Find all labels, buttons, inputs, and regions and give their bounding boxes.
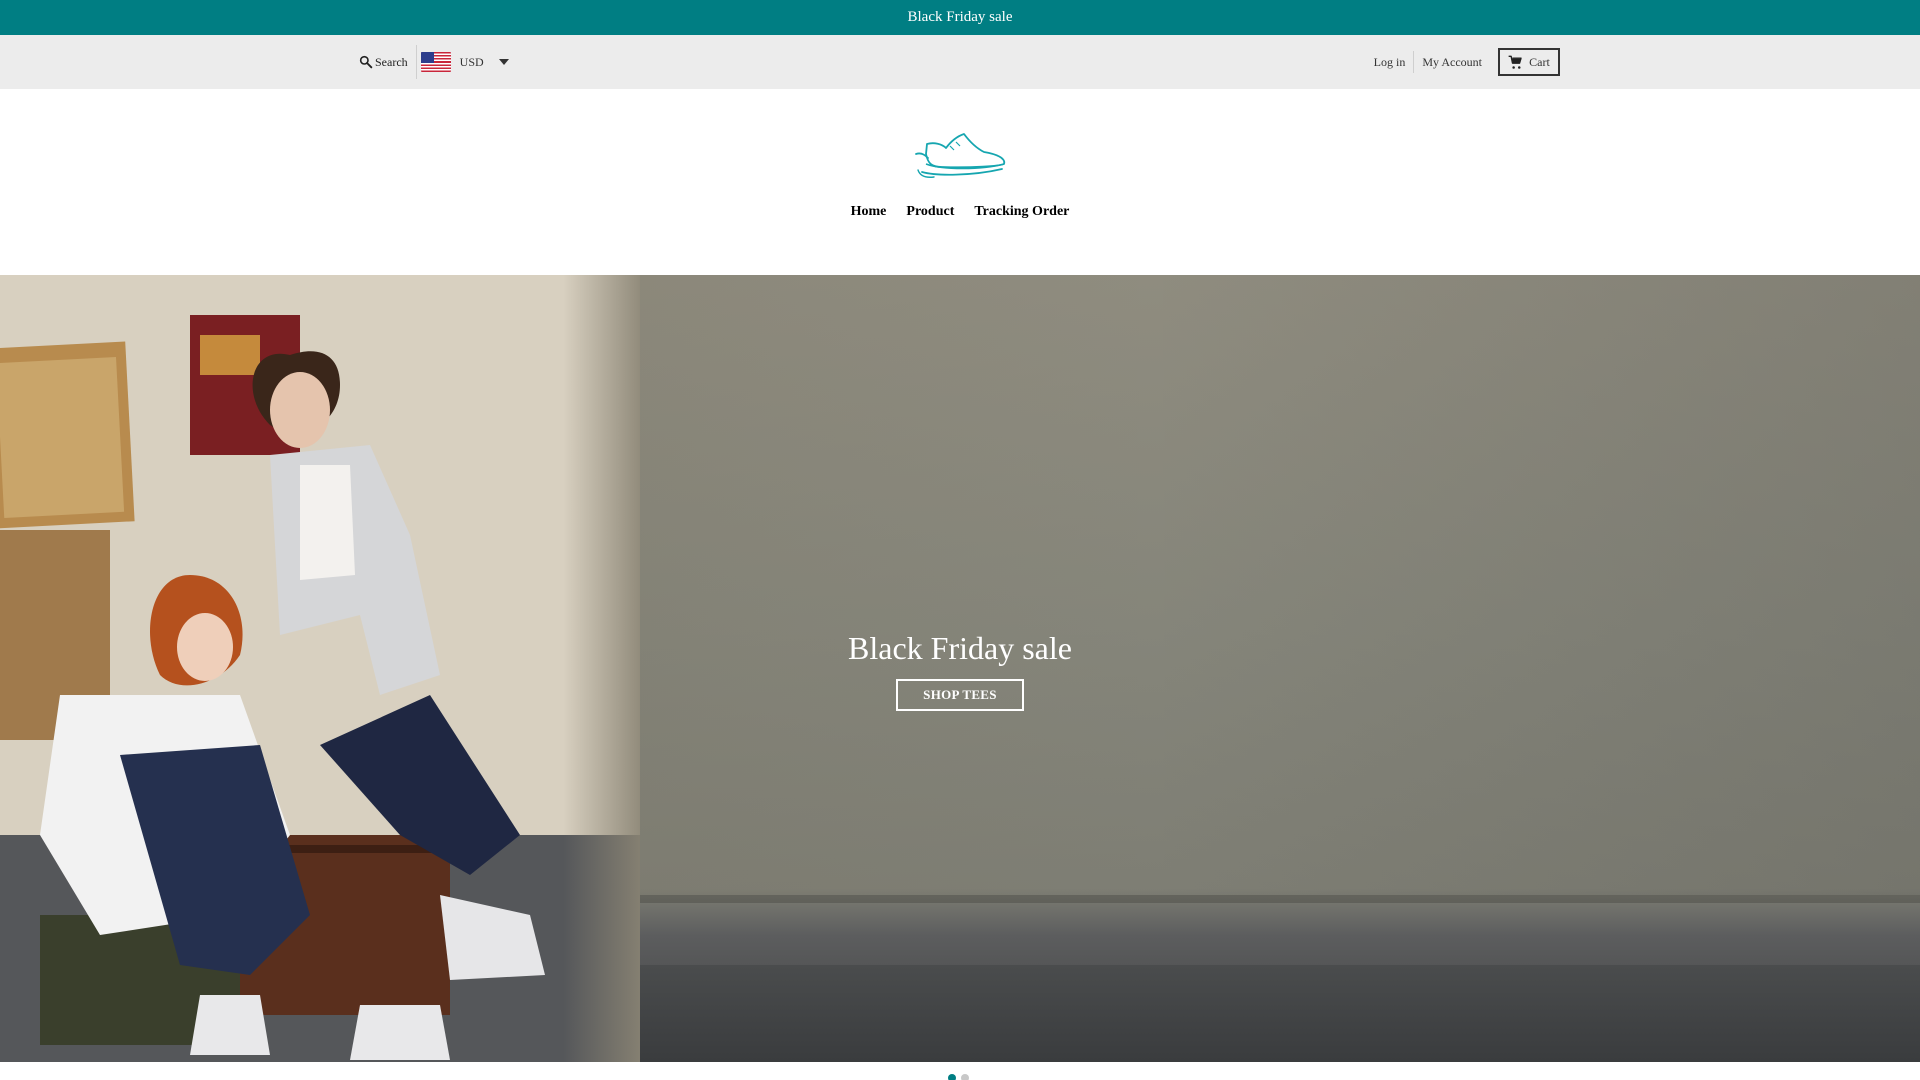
nav-home[interactable]: Home [851, 204, 887, 220]
slide-dot-1[interactable] [948, 1074, 956, 1080]
search-label: Search [375, 54, 408, 69]
utility-right: Log in My Account Cart [1366, 35, 1560, 89]
us-flag-icon [420, 52, 451, 72]
currency-code: USD [459, 54, 484, 69]
hero-content: Black Friday sale SHOP TEES [0, 630, 1920, 711]
cart-label: Cart [1529, 54, 1550, 69]
slider-dots [948, 1074, 969, 1080]
search-icon [359, 55, 373, 69]
divider [415, 45, 417, 79]
hero-banner: Black Friday sale SHOP TEES [0, 275, 1920, 1062]
utility-left: Search USD [358, 35, 509, 89]
cart-icon [1508, 55, 1522, 69]
login-link[interactable]: Log in [1366, 55, 1414, 70]
my-account-link[interactable]: My Account [1414, 55, 1490, 70]
slide-dot-2[interactable] [961, 1074, 969, 1080]
utility-bar: Search USD Log in My Account Cart [0, 35, 1920, 89]
announcement-text: Black Friday sale [907, 9, 1013, 25]
cart-button[interactable]: Cart [1498, 48, 1560, 76]
main-nav: Home Product Tracking Order [0, 204, 1920, 220]
hero-title: Black Friday sale [848, 630, 1072, 666]
shop-tees-button[interactable]: SHOP TEES [896, 679, 1024, 711]
chevron-down-icon [498, 59, 509, 65]
announcement-bar: Black Friday sale [0, 0, 1920, 35]
sneaker-logo[interactable] [912, 132, 1008, 180]
search-button[interactable]: Search [358, 54, 408, 70]
nav-product[interactable]: Product [906, 204, 954, 220]
currency-selector[interactable]: USD [420, 52, 509, 72]
nav-tracking-order[interactable]: Tracking Order [974, 204, 1069, 220]
